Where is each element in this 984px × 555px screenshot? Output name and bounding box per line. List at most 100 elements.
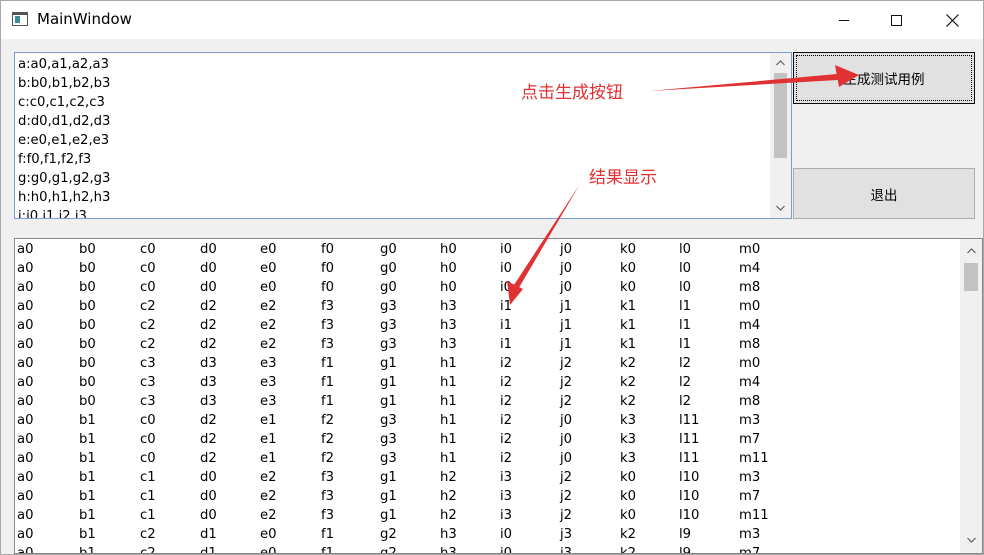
result-cell: g3	[380, 451, 397, 466]
result-cell: f3	[321, 337, 335, 352]
result-cell: i2	[500, 432, 513, 447]
result-row: a0 b1 c1 d0 e2 f3 g1 h2 i3 j2 k0 l10 m7	[17, 487, 957, 506]
result-cell: m8	[739, 337, 761, 352]
result-cell: l11	[679, 451, 700, 466]
result-cell: e2	[260, 299, 277, 314]
scroll-down-arrow-icon[interactable]	[774, 201, 787, 215]
result-cell: d3	[200, 394, 217, 409]
result-cell: g1	[380, 394, 397, 409]
result-cell: f1	[321, 356, 335, 371]
result-cell: h1	[440, 375, 457, 390]
result-cell: a0	[17, 242, 34, 257]
result-cell: e0	[260, 527, 277, 542]
result-cell: b1	[79, 413, 96, 428]
result-cell: i1	[500, 337, 513, 352]
result-vertical-scrollbar[interactable]	[960, 239, 982, 553]
result-cell: k1	[620, 299, 637, 314]
exit-button[interactable]: 退出	[793, 168, 975, 219]
close-button[interactable]	[929, 1, 975, 39]
client-area: a:a0,a1,a2,a3 b:b0,b1,b2,b3 c:c0,c1,c2,c3 d…	[1, 39, 983, 554]
result-cell: f2	[321, 432, 335, 447]
parameter-input-textbox[interactable]: a:a0,a1,a2,a3 b:b0,b1,b2,b3 c:c0,c1,c2,c3 d…	[14, 52, 792, 219]
result-cell: c2	[140, 527, 156, 542]
result-cell: m0	[739, 242, 761, 257]
result-row: a0 b0 c3 d3 e3 f1 g1 h1 i2 j2 k2 l2 m8	[17, 392, 957, 411]
scroll-up-arrow-icon[interactable]	[774, 56, 787, 70]
title-bar[interactable]: MainWindow	[1, 1, 983, 39]
result-cell: h3	[440, 299, 457, 314]
result-cell: l9	[679, 527, 692, 542]
result-cell: l10	[679, 508, 700, 523]
result-cell: i3	[500, 489, 513, 504]
result-cell: d2	[200, 318, 217, 333]
result-cell: i2	[500, 413, 513, 428]
result-cell: b1	[79, 470, 96, 485]
result-row: a0 b0 c2 d2 e2 f3 g3 h3 i1 j1 k1 l1 m4	[17, 316, 957, 335]
result-cell: b1	[79, 508, 96, 523]
input-line: d:d0,d1,d2,d3	[18, 114, 111, 129]
result-display-textbox[interactable]: a0 b0 c0 d0 e0 f0 g0 h0 i0 j0 k0 l0 m0 a0 b0 c0 d0 e0 f0 g0…	[14, 238, 983, 554]
window-title: MainWindow	[37, 10, 132, 28]
result-cell: m0	[739, 299, 761, 314]
result-cell: j2	[560, 375, 573, 390]
generate-test-cases-button[interactable]: 生成测试用例	[793, 52, 975, 104]
result-cell: i0	[500, 546, 513, 554]
result-cell: h3	[440, 527, 457, 542]
result-cell: j2	[560, 394, 573, 409]
result-row: a0 b0 c0 d0 e0 f0 g0 h0 i0 j0 k0 l0 m0	[17, 240, 957, 259]
result-cell: i0	[500, 280, 513, 295]
result-cell: h0	[440, 242, 457, 257]
result-cell: j0	[560, 261, 573, 276]
result-cell: f2	[321, 413, 335, 428]
result-cell: m8	[739, 394, 761, 409]
input-scroll-thumb[interactable]	[774, 73, 787, 158]
result-cell: i2	[500, 375, 513, 390]
result-cell: g1	[380, 356, 397, 371]
result-cell: d0	[200, 280, 217, 295]
result-cell: f1	[321, 375, 335, 390]
result-cell: g1	[380, 470, 397, 485]
minimize-button[interactable]	[821, 1, 867, 39]
result-cell: e0	[260, 546, 277, 554]
result-cell: h3	[440, 318, 457, 333]
maximize-button[interactable]	[873, 1, 919, 39]
result-cell: e2	[260, 470, 277, 485]
result-scroll-thumb[interactable]	[964, 263, 978, 291]
result-cell: l0	[679, 242, 692, 257]
result-cell: d1	[200, 527, 217, 542]
result-cell: c2	[140, 337, 156, 352]
parameter-input-lines: a:a0,a1,a2,a3 b:b0,b1,b2,b3 c:c0,c1,c2,c3 d…	[18, 55, 768, 219]
input-line: i:i0,i1,i2,i3	[18, 209, 87, 219]
result-cell: c0	[140, 242, 156, 257]
result-cell: e2	[260, 318, 277, 333]
result-cell: g2	[380, 527, 397, 542]
result-scroll-up-arrow-icon[interactable]	[964, 244, 978, 258]
result-cell: g0	[380, 261, 397, 276]
result-cell: h2	[440, 470, 457, 485]
result-cell: j1	[560, 318, 573, 333]
result-cell: e3	[260, 394, 277, 409]
result-cell: d2	[200, 432, 217, 447]
result-cell: h0	[440, 280, 457, 295]
annotation-click-generate: 点击生成按钮	[521, 83, 623, 103]
main-window: MainWindow a:a0,a1,a2,a3 b:b0,b1,b2,b3 c:c…	[0, 0, 984, 555]
result-row: a0 b1 c2 d1 e0 f1 g2 h3 i0 j3 k2 l9 m7	[17, 544, 957, 554]
result-cell: m11	[739, 451, 769, 466]
result-cell: d2	[200, 337, 217, 352]
result-cell: j2	[560, 489, 573, 504]
result-row: a0 b0 c0 d0 e0 f0 g0 h0 i0 j0 k0 l0 m4	[17, 259, 957, 278]
result-cell: a0	[17, 432, 34, 447]
input-line: b:b0,b1,b2,b3	[18, 76, 111, 91]
result-row: a0 b1 c0 d2 e1 f2 g3 h1 i2 j0 k3 l11 m3	[17, 411, 957, 430]
result-scroll-down-arrow-icon[interactable]	[964, 533, 978, 547]
result-cell: i2	[500, 451, 513, 466]
result-cell: j2	[560, 356, 573, 371]
result-cell: c3	[140, 356, 156, 371]
result-cell: f0	[321, 242, 335, 257]
result-cell: l1	[679, 299, 692, 314]
result-cell: a0	[17, 261, 34, 276]
input-vertical-scrollbar[interactable]	[770, 53, 791, 218]
result-cell: e0	[260, 261, 277, 276]
result-cell: g0	[380, 242, 397, 257]
result-cell: k0	[620, 508, 637, 523]
